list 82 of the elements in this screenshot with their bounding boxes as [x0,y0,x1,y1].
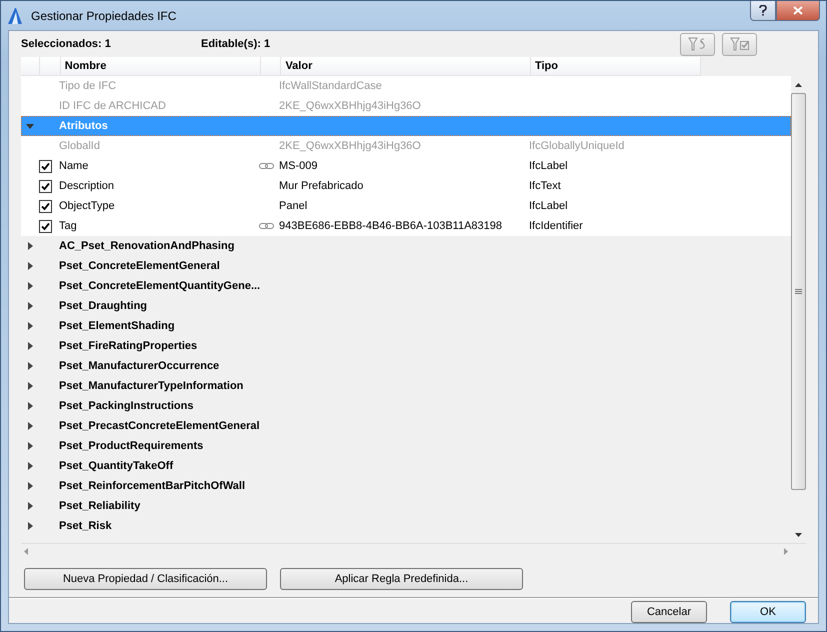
property-value: 2KE_Q6wxXBHhjg43iHg36O [279,140,421,152]
group-name: Pset_QuantityTakeOff [59,460,174,472]
expand-arrow-icon[interactable] [26,422,34,430]
expand-arrow-icon[interactable] [26,282,34,290]
expand-arrow-icon[interactable] [26,462,34,470]
scroll-up-icon[interactable] [795,82,802,86]
group-name: Pset_Draughting [59,300,148,312]
close-button[interactable] [776,1,820,21]
action-button[interactable]: Aplicar Regla Predefinida... [280,568,523,590]
expand-arrow-icon[interactable] [26,262,34,270]
group-name: Pset_Reliability [59,500,140,512]
link-icon [259,162,275,170]
group-name: Atributos [59,120,108,132]
collapse-arrow-icon[interactable] [26,122,34,130]
group-name: Pset_ManufacturerOccurrence [59,360,220,372]
window-title: Gestionar Propiedades IFC [31,8,178,22]
expand-arrow-icon[interactable] [26,402,34,410]
group-name: Pset_ConcreteElementGeneral [59,260,220,272]
group-name: Pset_ElementShading [59,320,175,332]
property-name: Tag [59,220,77,232]
property-type: IfcText [529,180,561,192]
close-icon [793,6,803,15]
checkbox[interactable] [39,180,52,192]
filter-button[interactable] [722,32,757,56]
link-icon [259,222,275,230]
group-name: Pset_ReinforcementBarPitchOfWall [59,480,246,492]
property-row[interactable]: Description Mur Prefabricado IfcText [21,176,791,196]
expand-arrow-icon[interactable] [26,242,34,250]
property-row[interactable]: Name MS-009 IfcLabel [21,156,791,176]
editable-count: Editable(s): 1 [201,38,272,50]
expand-arrow-icon[interactable] [26,522,34,530]
property-value: 943BE686-EBB8-4B46-BB6A-103B11A83198 [279,220,502,232]
property-value: 2KE_Q6wxXBHhjg43iHg36O [279,100,421,112]
expand-arrow-icon[interactable] [26,482,34,490]
filter-button[interactable] [680,32,715,56]
property-type: IfcGloballyUniqueId [529,140,624,152]
checkbox[interactable] [39,220,52,232]
group-name: Pset_PrecastConcreteElementGeneral [59,420,260,432]
scroll-down-icon[interactable] [795,532,802,536]
expand-arrow-icon[interactable] [26,342,34,350]
property-value: Panel [279,200,308,212]
property-name: Description [59,180,114,192]
checkbox[interactable] [39,200,52,212]
property-value: MS-009 [279,160,318,172]
property-name: ID IFC de ARCHICAD [59,100,166,112]
property-name: GlobalId [59,140,100,152]
filter-icon [688,37,708,51]
property-row[interactable]: ObjectType Panel IfcLabel [21,196,791,216]
property-row[interactable]: Tag 943BE686-EBB8-4B46-BB6A-103B11A83198 IfcIdentifier [21,216,791,236]
group-name: Pset_ConcreteElementQuantityGene... [59,280,260,292]
expand-arrow-icon[interactable] [26,382,34,390]
action-button[interactable]: Nueva Propiedad / Clasificación... [24,568,267,590]
group-name: Pset_ProductRequirements [59,440,204,452]
expand-arrow-icon[interactable] [26,302,34,310]
property-name: Tipo de IFC [59,80,116,92]
column-header[interactable]: Valor [281,60,312,72]
cancel-button[interactable]: Cancelar [631,600,707,622]
group-name: Pset_Risk [59,520,112,532]
help-button[interactable] [750,1,776,21]
expand-arrow-icon[interactable] [26,502,34,510]
column-header[interactable]: Tipo [530,60,558,72]
property-value: Mur Prefabricado [279,180,364,192]
property-type: IfcLabel [529,160,568,172]
checkbox[interactable] [39,160,52,172]
group-name: AC_Pset_RenovationAndPhasing [59,240,234,252]
app-logo-icon [7,6,23,24]
column-header[interactable]: Nombre [60,60,106,72]
selected-count: Seleccionados: 1 [21,38,112,50]
property-value: IfcWallStandardCase [279,80,382,92]
property-name: ObjectType [59,200,115,212]
filter-check-icon [730,37,750,51]
property-type: IfcLabel [529,200,568,212]
property-name: Name [59,160,88,172]
ok-button[interactable]: OK [730,600,806,622]
expand-arrow-icon[interactable] [26,362,34,370]
expand-arrow-icon[interactable] [26,322,34,330]
expand-arrow-icon[interactable] [26,442,34,450]
property-type: IfcIdentifier [529,220,583,232]
help-icon [759,5,767,16]
group-name: Pset_FireRatingProperties [59,340,198,352]
group-name: Pset_ManufacturerTypeInformation [59,380,244,392]
group-name: Pset_PackingInstructions [59,400,194,412]
